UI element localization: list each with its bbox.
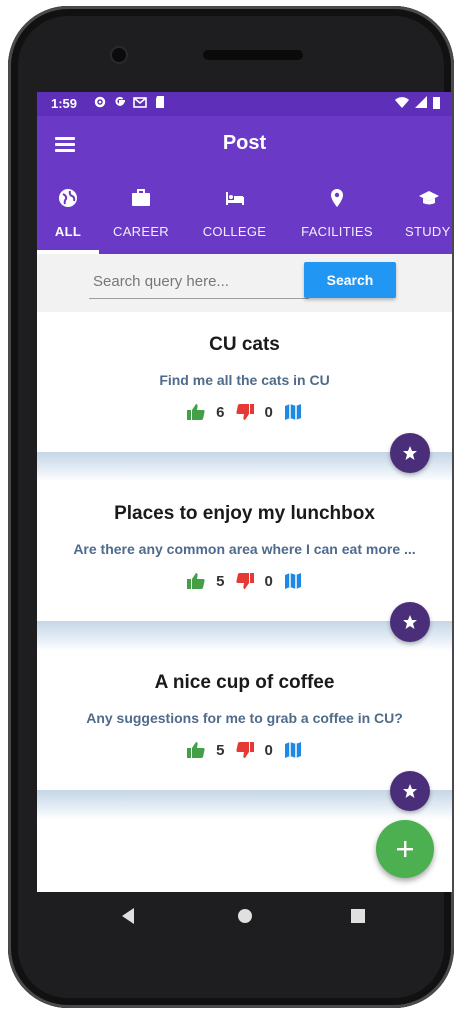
star-icon xyxy=(403,784,417,798)
tab-study[interactable]: STUDY xyxy=(399,174,452,254)
map-icon[interactable] xyxy=(283,740,303,760)
dislike-count: 0 xyxy=(264,572,273,590)
tab-label: STUDY xyxy=(405,224,451,239)
thumbs-up-icon[interactable] xyxy=(186,740,206,760)
thumbs-up-icon[interactable] xyxy=(186,402,206,422)
post-actions: 5 0 xyxy=(37,571,452,591)
search-bar: Search xyxy=(37,254,452,312)
tab-label: ALL xyxy=(54,224,82,239)
favorite-button[interactable] xyxy=(390,771,430,811)
tab-college[interactable]: COLLEGE xyxy=(197,174,272,254)
bed-icon xyxy=(225,192,244,205)
like-count: 5 xyxy=(216,572,225,590)
notification-icons xyxy=(93,95,167,109)
thumbs-down-icon[interactable] xyxy=(235,740,255,760)
dislike-count: 0 xyxy=(264,741,273,759)
search-button[interactable]: Search xyxy=(304,262,396,298)
front-camera xyxy=(112,48,126,62)
gmail-icon xyxy=(133,97,147,108)
screen: 1:59 Post ALL CAREER COLLEGE FACILITIES … xyxy=(37,92,452,892)
briefcase-icon xyxy=(132,189,150,206)
plus-icon xyxy=(397,841,413,857)
graduation-cap-icon xyxy=(419,191,439,205)
system-icons xyxy=(395,96,440,109)
post-description: Find me all the cats in CU xyxy=(159,372,330,388)
map-icon[interactable] xyxy=(283,402,303,422)
thumbs-up-icon[interactable] xyxy=(186,571,206,591)
globe-icon xyxy=(59,189,77,207)
post-title: CU cats xyxy=(209,334,280,355)
google-icon xyxy=(115,96,125,106)
post-actions: 6 0 xyxy=(37,402,452,422)
tab-label: FACILITIES xyxy=(301,224,373,239)
wifi-icon xyxy=(395,97,409,108)
category-tabs: ALL CAREER COLLEGE FACILITIES STUDY xyxy=(37,174,452,254)
post-card[interactable]: A nice cup of coffee Any suggestions for… xyxy=(37,650,452,820)
status-time: 1:59 xyxy=(51,96,78,111)
tab-label: CAREER xyxy=(113,224,169,239)
thumbs-down-icon[interactable] xyxy=(235,571,255,591)
page-title: Post xyxy=(222,132,267,154)
post-description: Any suggestions for me to grab a coffee … xyxy=(86,710,403,726)
tab-career[interactable]: CAREER xyxy=(105,174,177,254)
favorite-button[interactable] xyxy=(390,433,430,473)
favorite-button[interactable] xyxy=(390,602,430,642)
star-icon xyxy=(403,446,417,460)
tab-label: COLLEGE xyxy=(202,224,267,239)
post-card[interactable]: Places to enjoy my lunchbox Are there an… xyxy=(37,481,452,651)
thumbs-down-icon[interactable] xyxy=(235,402,255,422)
home-icon[interactable] xyxy=(237,907,253,925)
battery-icon xyxy=(433,97,440,109)
sd-card-icon xyxy=(156,96,164,108)
post-actions: 5 0 xyxy=(37,740,452,760)
post-card[interactable]: CU cats Find me all the cats in CU 6 0 xyxy=(37,312,452,482)
map-icon[interactable] xyxy=(283,571,303,591)
like-count: 5 xyxy=(216,741,225,759)
post-title: A nice cup of coffee xyxy=(154,672,335,693)
status-bar: 1:59 xyxy=(37,92,452,116)
system-navigation-bar xyxy=(37,892,452,942)
post-title: Places to enjoy my lunchbox xyxy=(114,503,375,524)
signal-icon xyxy=(415,96,427,108)
dislike-count: 0 xyxy=(264,403,273,421)
tab-facilities[interactable]: FACILITIES xyxy=(294,174,380,254)
post-description: Are there any common area where I can ea… xyxy=(73,541,416,557)
search-input[interactable] xyxy=(89,264,309,299)
recents-icon[interactable] xyxy=(350,907,366,925)
app-bar: Post xyxy=(37,116,452,174)
location-pin-icon xyxy=(331,189,343,207)
settings-icon xyxy=(94,96,106,108)
back-icon[interactable] xyxy=(120,907,136,925)
add-post-button[interactable] xyxy=(376,820,434,878)
earpiece-speaker xyxy=(203,50,303,60)
tab-all[interactable]: ALL xyxy=(37,174,99,254)
star-icon xyxy=(403,615,417,629)
like-count: 6 xyxy=(216,403,225,421)
